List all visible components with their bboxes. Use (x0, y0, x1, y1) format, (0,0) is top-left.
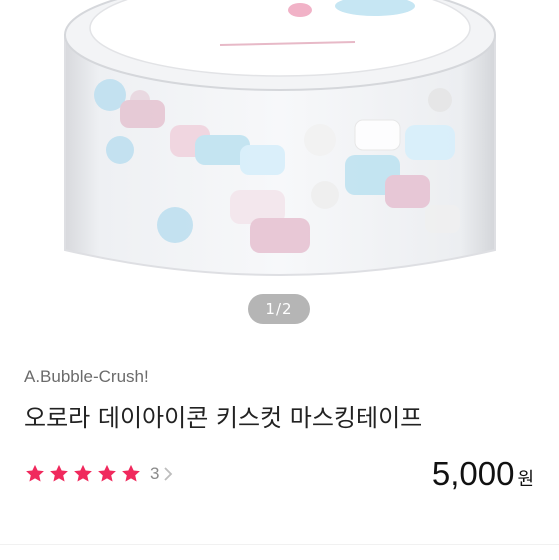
brand-name[interactable]: A.Bubble-Crush! (24, 367, 149, 387)
product-image (64, 0, 496, 276)
image-page-indicator: 1/2 (248, 294, 310, 324)
star-icon (24, 463, 46, 485)
rating-summary[interactable]: 3 (24, 461, 173, 487)
price-value: 5,000 (431, 455, 515, 492)
star-icon (72, 463, 94, 485)
star-icon (120, 463, 142, 485)
review-count: 3 (150, 464, 160, 483)
chevron-right-icon (163, 466, 173, 482)
product-image-gallery[interactable]: 1/2 (0, 0, 559, 337)
price: 5,000 원 (432, 455, 534, 493)
product-title: 오로라 데이아이콘 키스컷 마스킹테이프 (24, 404, 423, 432)
star-icon (96, 463, 118, 485)
star-icon (48, 463, 70, 485)
divider (0, 544, 559, 560)
price-unit: 원 (517, 469, 534, 490)
